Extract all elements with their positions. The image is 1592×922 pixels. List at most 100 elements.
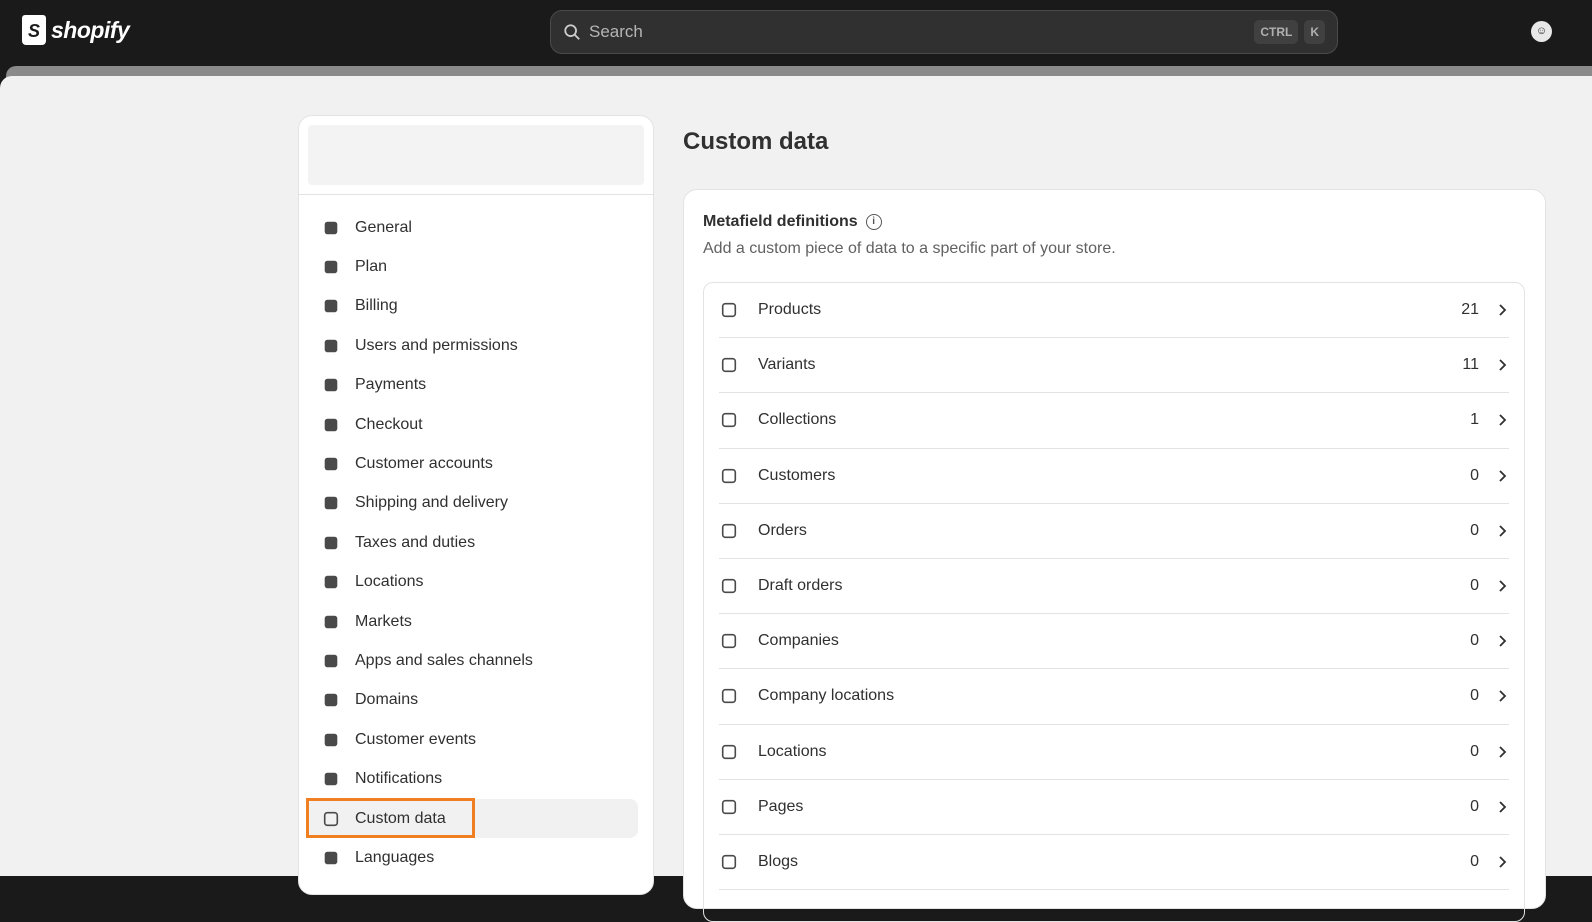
metafield-row-orders[interactable]: Orders 0: [719, 504, 1509, 559]
row-count: 0: [1470, 852, 1479, 870]
info-icon[interactable]: i: [865, 214, 882, 230]
sidebar-item-label: Locations: [355, 573, 424, 591]
tax-icon: [321, 533, 341, 553]
sidebar-item-label: Markets: [355, 612, 412, 630]
shortcut-ctrl: CTRL: [1254, 20, 1299, 44]
sidebar-item-checkout[interactable]: Checkout: [308, 405, 638, 444]
sidebar-item-plan[interactable]: Plan: [308, 247, 638, 286]
row-label: Collections: [758, 411, 837, 429]
chevron-right-icon: [1499, 690, 1507, 703]
sidebar-item-domains[interactable]: Domains: [308, 681, 638, 720]
card-subtitle: Add a custom piece of data to a specific…: [703, 240, 1116, 257]
row-count: 0: [1470, 797, 1479, 815]
building-icon: [719, 686, 739, 706]
sidebar-item-shipping-and-delivery[interactable]: Shipping and delivery: [308, 484, 638, 523]
chevron-right-icon: [1499, 304, 1507, 316]
metafield-row-pages[interactable]: Pages 0: [719, 780, 1509, 835]
sidebar-item-label: Customer accounts: [355, 455, 493, 473]
row-count: 0: [1470, 687, 1479, 705]
sidebar-item-customer-events[interactable]: Customer events: [308, 720, 638, 759]
sidebar-item-customer-accounts[interactable]: Customer accounts: [308, 444, 638, 483]
sidebar-item-payments[interactable]: Payments: [308, 366, 638, 405]
row-label: Companies: [758, 632, 839, 650]
metafield-row-companies[interactable]: Companies 0: [719, 614, 1509, 670]
sidebar-item-users-and-permissions[interactable]: Users and permissions: [308, 326, 638, 365]
row-label: Variants: [758, 356, 816, 374]
sidebar-item-label: Payments: [355, 376, 427, 394]
sidebar-item-languages[interactable]: Languages: [308, 838, 638, 877]
sidebar-item-label: Domains: [355, 691, 419, 709]
cursor-click-icon: [321, 730, 341, 750]
metafield-row-customers[interactable]: Customers 0: [719, 449, 1509, 504]
sidebar-item-label: Plan: [355, 258, 388, 276]
variant-icon: [719, 355, 739, 375]
sidebar-item-label: Apps and sales channels: [355, 651, 533, 669]
row-label: Draft orders: [758, 577, 843, 595]
collection-icon: [719, 410, 739, 430]
search-icon: [564, 24, 580, 40]
sidebar-item-billing[interactable]: Billing: [308, 287, 638, 326]
custom-data-icon: [321, 809, 341, 829]
chevron-right-icon: [1499, 580, 1507, 592]
metafield-row-draft-orders[interactable]: Draft orders 0: [719, 559, 1509, 615]
sidebar-item-label: Customer events: [355, 730, 476, 748]
search-bar[interactable]: Search CTRL K: [550, 10, 1338, 54]
domain-icon: [321, 690, 341, 710]
metafield-definitions-card: Metafield definitions i Add a custom piec…: [683, 189, 1546, 922]
truck-icon: [321, 493, 341, 513]
blog-icon: [719, 852, 739, 872]
billing-icon: [321, 296, 341, 316]
metafield-row-collections[interactable]: Collections 1: [719, 393, 1509, 449]
metafield-row-variants[interactable]: Variants 11: [719, 338, 1509, 394]
apps-icon: [321, 651, 341, 671]
row-count: 0: [1470, 632, 1479, 650]
sidebar-item-custom-data[interactable]: Custom data: [308, 798, 638, 839]
sidebar-item-label: Shipping and delivery: [355, 494, 508, 512]
chevron-right-icon: [1499, 801, 1507, 813]
sidebar-item-label: Billing: [355, 297, 398, 315]
chevron-right-icon: [1499, 414, 1507, 427]
row-count: 1: [1470, 411, 1479, 429]
chevron-right-icon: [1499, 470, 1507, 482]
sidebar-item-label: Notifications: [355, 770, 443, 788]
search-placeholder: Search: [589, 22, 643, 41]
card-title: Metafield definitions: [703, 213, 858, 230]
shortcut-k: K: [1304, 20, 1325, 44]
sidebar-item-taxes-and-duties[interactable]: Taxes and duties: [308, 523, 638, 562]
shopify-logo[interactable]: S shopify: [22, 15, 130, 45]
tag-icon: [719, 300, 739, 320]
avatar[interactable]: ☺: [1531, 21, 1552, 42]
sidebar-item-label: Taxes and duties: [355, 533, 476, 551]
globe-icon: [321, 612, 341, 632]
sidebar-item-label: Languages: [355, 848, 435, 866]
sidebar-header: [299, 116, 653, 195]
location-pin-icon: [719, 742, 739, 762]
metafield-row-products[interactable]: Products 21: [719, 283, 1509, 339]
row-label: Blogs: [758, 852, 799, 870]
metafield-row-blogs[interactable]: Blogs 0: [719, 835, 1509, 891]
row-count: 11: [1462, 356, 1479, 374]
users-icon: [321, 336, 341, 356]
sidebar-item-notifications[interactable]: Notifications: [308, 759, 638, 798]
shopify-bag-icon: S: [22, 15, 46, 45]
metafield-row-locations[interactable]: Locations 0: [719, 725, 1509, 780]
language-icon: [321, 848, 341, 868]
metafield-row-company-locations[interactable]: Company locations 0: [719, 669, 1509, 725]
row-count: 0: [1470, 466, 1479, 484]
sidebar-item-label: General: [355, 218, 412, 236]
sidebar-item-markets[interactable]: Markets: [308, 602, 638, 641]
chevron-right-icon: [1499, 635, 1507, 647]
page-title: Custom data: [683, 128, 829, 155]
person-icon: [719, 466, 739, 486]
payments-icon: [321, 375, 341, 395]
row-label: Customers: [758, 466, 836, 484]
bell-icon: [321, 769, 341, 789]
row-label: Products: [758, 301, 822, 319]
sidebar-item-apps-and-sales-channels[interactable]: Apps and sales channels: [308, 641, 638, 680]
sidebar-item-general[interactable]: General: [308, 208, 638, 247]
chevron-right-icon: [1499, 856, 1507, 868]
sidebar-item-label: Custom data: [355, 809, 446, 827]
sidebar-item-locations[interactable]: Locations: [308, 563, 638, 602]
draft-order-icon: [719, 576, 739, 596]
row-label: Company locations: [758, 687, 895, 705]
